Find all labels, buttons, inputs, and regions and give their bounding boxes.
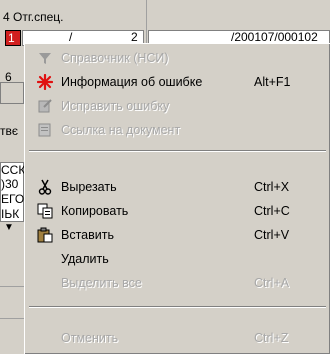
menu-separator (29, 150, 326, 152)
field-separator: / (69, 30, 73, 44)
menu-item-select-all[interactable]: Выделить все Ctrl+A (27, 271, 328, 295)
menu-item-undo[interactable]: Отменить Ctrl+Z (27, 326, 328, 350)
menu-item-label: Удалить (61, 252, 109, 266)
menu-item-reference[interactable]: Справочник (НСИ) (27, 46, 328, 70)
menu-item-label: Вырезать (61, 180, 117, 194)
menu-icon-slot (35, 329, 55, 347)
filter-glyph[interactable]: ▼ (4, 222, 14, 233)
menu-item-fix-error[interactable]: Исправить ошибку (27, 94, 328, 118)
menu-separator (29, 306, 326, 308)
menu-icon-slot (35, 274, 55, 292)
filter-funnel-icon (35, 49, 55, 67)
paste-icon (35, 226, 55, 244)
menu-item-label: Информация об ошибке (61, 75, 203, 89)
column-divider (146, 0, 147, 44)
row-line: ССК (1, 163, 26, 177)
menu-item-label: Копировать (61, 204, 129, 218)
scissors-icon (35, 178, 55, 196)
row-divider (0, 318, 24, 319)
copy-icon (35, 202, 55, 220)
row-line: ІЬК (1, 207, 20, 221)
row-list[interactable]: ССК )30 ЕГО ІЬК (0, 162, 26, 222)
menu-item-doc-link[interactable]: Ссылка на документ (27, 118, 328, 142)
header-label: 4 Отг.спец. (3, 10, 64, 24)
row-line: ЕГО (1, 192, 25, 206)
fix-error-icon (35, 97, 55, 115)
document-link-icon (35, 121, 55, 139)
menu-icon-slot (35, 250, 55, 268)
menu-item-copy[interactable]: Копировать Ctrl+C (27, 199, 328, 223)
menu-item-shortcut: Ctrl+Z (254, 331, 289, 345)
row-line: )30 (1, 177, 19, 191)
column-label: твє (0, 124, 18, 138)
context-menu: Справочник (НСИ) Информация об ошибке Al… (24, 43, 330, 354)
menu-item-shortcut: Ctrl+C (254, 204, 290, 218)
menu-item-label: Исправить ошибку (61, 99, 170, 113)
menu-item-label: Выделить все (61, 276, 142, 290)
selected-field[interactable]: 1 (5, 30, 21, 46)
menu-item-cut[interactable]: Вырезать Ctrl+X (27, 175, 328, 199)
record-path: /200107/000102 (231, 30, 318, 44)
row-divider (0, 286, 24, 287)
menu-item-shortcut: Alt+F1 (254, 75, 291, 89)
menu-item-label: Отменить (61, 331, 119, 345)
menu-item-label: Вставить (61, 228, 114, 242)
field-number: 2 (131, 30, 138, 44)
red-star-icon (35, 73, 55, 91)
menu-item-delete[interactable]: Удалить (27, 247, 328, 271)
menu-item-label: Справочник (НСИ) (61, 51, 169, 65)
menu-item-label: Ссылка на документ (61, 123, 181, 137)
menu-item-shortcut: Ctrl+X (254, 180, 290, 194)
menu-item-error-info[interactable]: Информация об ошибке Alt+F1 (27, 70, 328, 94)
menu-item-shortcut: Ctrl+V (254, 228, 290, 242)
menu-item-shortcut: Ctrl+A (254, 276, 290, 290)
menu-item-paste[interactable]: Вставить Ctrl+V (27, 223, 328, 247)
left-field (0, 82, 24, 104)
